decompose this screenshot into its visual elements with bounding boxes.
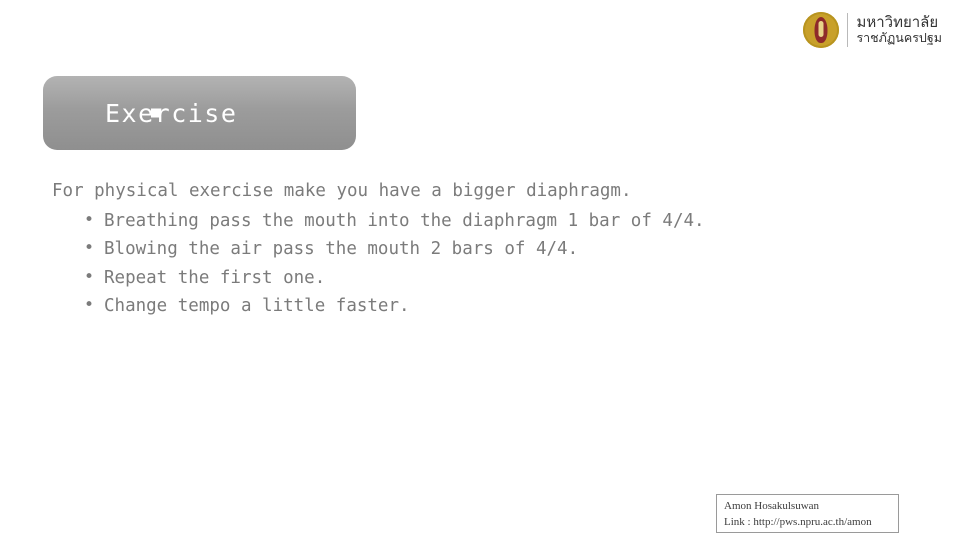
credit-box: Amon Hosakulsuwan Link : http://pws.npru… xyxy=(716,494,899,533)
university-logo: มหาวิทยาลัย ราชภัฏนครปฐม xyxy=(803,12,942,48)
university-seal-icon xyxy=(803,12,840,48)
logo-text: มหาวิทยาลัย ราชภัฏนครปฐม xyxy=(856,14,942,46)
square-bullet-icon xyxy=(151,108,160,118)
bullet-dot-icon: • xyxy=(84,295,95,316)
logo-divider xyxy=(847,13,849,47)
list-item-label: Breathing pass the mouth into the diaphr… xyxy=(104,211,705,232)
list-item-label: Change tempo a little faster. xyxy=(104,296,410,317)
bullet-dot-icon: • xyxy=(84,210,95,231)
list-item: • Repeat the first one. xyxy=(84,264,852,292)
list-item: • Change tempo a little faster. xyxy=(84,292,852,320)
lead-paragraph: For physical exercise make you have a bi… xyxy=(52,181,632,201)
logo-line-2: ราชภัฏนครปฐม xyxy=(856,31,942,46)
list-item: • Breathing pass the mouth into the diap… xyxy=(84,207,852,235)
slide-body: For physical exercise make you have a bi… xyxy=(52,178,852,321)
credit-author: Amon Hosakulsuwan xyxy=(724,500,820,512)
bullet-dot-icon: • xyxy=(84,266,95,287)
slide-title-banner: Exercise xyxy=(43,76,356,150)
list-item: • Blowing the air pass the mouth 2 bars … xyxy=(84,235,852,263)
list-item-label: Repeat the first one. xyxy=(104,267,326,288)
bullet-list: • Breathing pass the mouth into the diap… xyxy=(52,207,852,320)
credit-link[interactable]: Link : http://pws.npru.ac.th/amon xyxy=(724,515,898,531)
list-item-label: Blowing the air pass the mouth 2 bars of… xyxy=(104,239,579,260)
bullet-dot-icon: • xyxy=(84,238,95,259)
logo-line-1: มหาวิทยาลัย xyxy=(856,13,939,31)
page-title: Exercise xyxy=(105,98,238,128)
